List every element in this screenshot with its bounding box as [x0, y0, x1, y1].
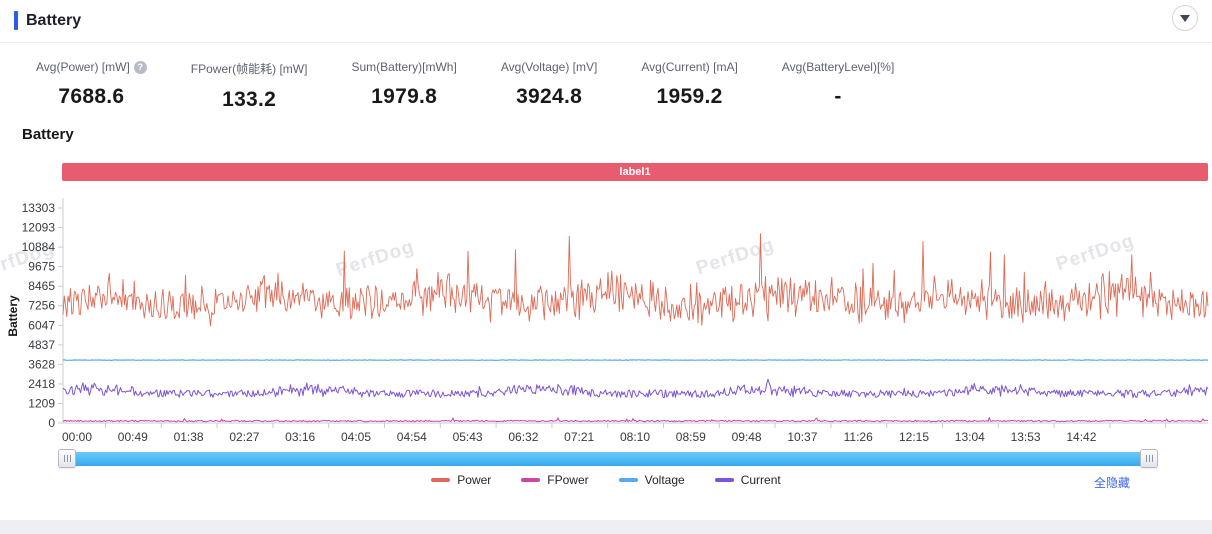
legend-dash-icon [715, 478, 734, 482]
y-tick-label: 10884 [22, 240, 56, 254]
x-tick-label: 00:49 [118, 430, 148, 444]
chart-footer: Power FPower Voltage Current 全隐藏 [0, 471, 1212, 493]
x-tick-label: 13:04 [955, 430, 985, 444]
y-tick-label: 2418 [28, 377, 55, 391]
legend-item-power[interactable]: Power [431, 473, 491, 487]
y-tick-label: 8465 [28, 279, 55, 293]
legend-label: Voltage [645, 473, 685, 487]
legend-dash-icon [431, 478, 450, 482]
chevron-down-icon [1180, 15, 1190, 22]
x-tick-label: 02:27 [229, 430, 259, 444]
stat-value: 1979.8 [371, 85, 437, 109]
legend-label: FPower [547, 473, 588, 487]
stat-value: 3924.8 [516, 85, 582, 109]
chart-legend: Power FPower Voltage Current [0, 473, 1212, 487]
chart-scrollbar [0, 449, 1212, 469]
stat-item: FPower(帧能耗) [mW] 133.2 [191, 60, 308, 112]
legend-label: Power [457, 473, 491, 487]
x-tick-label: 08:10 [620, 430, 650, 444]
region-label-banner[interactable]: label1 [62, 163, 1208, 181]
series-line-current [63, 379, 1208, 397]
scrollbar-range[interactable] [63, 452, 1148, 466]
battery-chart-canvas[interactable]: PerfDogPerfDogPerfDogPerfDog133031209310… [0, 190, 1212, 460]
legend-item-voltage[interactable]: Voltage [619, 473, 685, 487]
perfdog-watermark: PerfDog [694, 234, 777, 279]
series-line-fpower [63, 418, 1208, 422]
panel-header: Battery [14, 8, 1202, 36]
stat-label: Sum(Battery)[mWh] [351, 60, 456, 74]
next-section-strip [0, 520, 1212, 534]
stat-label: Avg(Current) [mA] [641, 60, 737, 74]
y-tick-label: 1209 [28, 396, 55, 410]
x-tick-label: 04:54 [397, 430, 427, 444]
stat-label-text: Avg(Current) [mA] [641, 60, 737, 74]
stat-item: Avg(Current) [mA] 1959.2 [641, 60, 737, 112]
x-tick-label: 08:59 [676, 430, 706, 444]
legend-dash-icon [619, 478, 638, 482]
x-tick-label: 14:42 [1066, 430, 1096, 444]
perfdog-watermark: PerfDog [334, 236, 417, 281]
chart-section-title: Battery [22, 126, 74, 143]
y-tick-label: 4837 [28, 338, 55, 352]
legend-label: Current [741, 473, 781, 487]
stat-value: - [834, 85, 841, 109]
x-tick-label: 01:38 [174, 430, 204, 444]
y-tick-label: 6047 [28, 318, 55, 332]
x-tick-label: 05:43 [453, 430, 483, 444]
x-tick-label: 13:53 [1011, 430, 1041, 444]
y-tick-label: 3628 [28, 357, 55, 371]
stat-value: 133.2 [222, 88, 276, 112]
y-tick-label: 13303 [22, 201, 56, 215]
y-tick-label: 9675 [28, 260, 55, 274]
stat-label-text: Avg(Power) [mW] [36, 60, 130, 74]
series-line-voltage [63, 360, 1208, 361]
x-tick-label: 06:32 [508, 430, 538, 444]
scrollbar-left-handle[interactable] [58, 449, 76, 468]
legend-dash-icon [521, 478, 540, 482]
header-divider [0, 42, 1212, 43]
stat-value: 1959.2 [657, 85, 723, 109]
stat-item: Avg(BatteryLevel)[%] - [782, 60, 895, 112]
x-tick-label: 00:00 [62, 430, 92, 444]
panel-title: Battery [26, 8, 81, 34]
stats-row: Avg(Power) [mW]? 7688.6 FPower(帧能耗) [mW] 13… [36, 60, 894, 112]
title-accent-bar [14, 11, 18, 30]
x-tick-label: 10:37 [787, 430, 817, 444]
stat-item: Avg(Power) [mW]? 7688.6 [36, 60, 147, 112]
hide-all-link[interactable]: 全隐藏 [1094, 474, 1130, 491]
series-line-power [63, 234, 1208, 326]
region-label: label1 [619, 166, 650, 178]
collapse-button[interactable] [1172, 5, 1198, 31]
x-tick-label: 11:26 [844, 430, 873, 444]
x-tick-label: 03:16 [285, 430, 315, 444]
battery-panel: Battery Avg(Power) [mW]? 7688.6 FPower(帧能耗… [0, 0, 1212, 534]
x-tick-label: 07:21 [564, 430, 594, 444]
stat-value: 7688.6 [58, 85, 124, 109]
y-tick-label: 7256 [28, 299, 55, 313]
legend-item-fpower[interactable]: FPower [521, 473, 588, 487]
stat-label-text: FPower(帧能耗) [mW] [191, 60, 308, 77]
stat-label-text: Avg(BatteryLevel)[%] [782, 60, 895, 74]
stat-item: Sum(Battery)[mWh] 1979.8 [351, 60, 456, 112]
help-icon[interactable]: ? [134, 61, 147, 74]
x-tick-label: 12:15 [899, 430, 929, 444]
x-tick-label: 09:48 [732, 430, 762, 444]
legend-item-current[interactable]: Current [715, 473, 781, 487]
scrollbar-right-handle[interactable] [1140, 449, 1158, 468]
stat-label-text: Avg(Voltage) [mV] [501, 60, 598, 74]
stat-label: Avg(BatteryLevel)[%] [782, 60, 895, 74]
stat-label-text: Sum(Battery)[mWh] [351, 60, 456, 74]
stat-label: Avg(Power) [mW]? [36, 60, 147, 74]
y-tick-label: 12093 [22, 221, 56, 235]
x-tick-label: 04:05 [341, 430, 371, 444]
y-tick-label: 0 [48, 416, 55, 430]
perfdog-watermark: PerfDog [1054, 230, 1137, 275]
stat-label: Avg(Voltage) [mV] [501, 60, 598, 74]
stat-item: Avg(Voltage) [mV] 3924.8 [501, 60, 598, 112]
y-axis-title: Battery [6, 295, 20, 337]
stat-label: FPower(帧能耗) [mW] [191, 60, 308, 77]
